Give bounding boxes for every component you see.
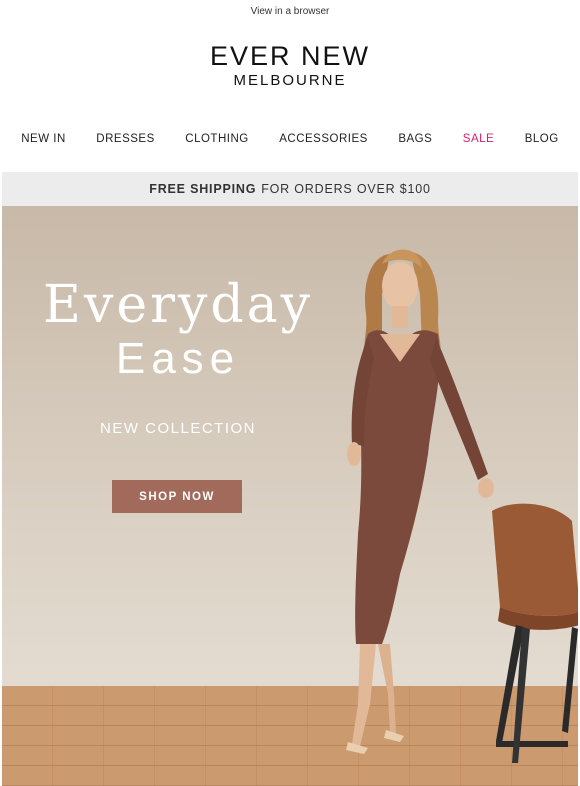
view-in-browser-link[interactable]: View in a browser	[251, 6, 330, 17]
hero-line-1: Everyday	[42, 275, 313, 335]
nav-item-sale[interactable]: SALE	[463, 133, 494, 145]
nav-item-clothing[interactable]: CLOTHING	[185, 133, 248, 145]
main-nav: NEW IN DRESSES CLOTHING ACCESSORIES BAGS…	[0, 120, 580, 158]
brand-logo[interactable]: EVER NEW MELBOURNE	[0, 22, 580, 100]
shipping-banner: FREE SHIPPING FOR ORDERS OVER $100	[2, 172, 578, 206]
nav-item-dresses[interactable]: DRESSES	[96, 133, 154, 145]
shop-now-button[interactable]: SHOP NOW	[112, 480, 242, 513]
nav-item-new-in[interactable]: NEW IN	[21, 133, 66, 145]
brand-name: EVER NEW	[209, 41, 371, 71]
nav-item-blog[interactable]: BLOG	[525, 133, 559, 145]
brand-city: MELBOURNE	[233, 72, 347, 89]
hero-line-2: Ease	[115, 334, 241, 383]
chair-image	[492, 503, 578, 763]
shipping-bold: FREE SHIPPING	[149, 182, 257, 196]
topbar: View in a browser	[0, 0, 580, 22]
hero-headline: Everyday Ease	[2, 276, 354, 384]
nav-item-bags[interactable]: BAGS	[398, 133, 432, 145]
hero-banner[interactable]: Everyday Ease NEW COLLECTION SHOP NOW	[2, 206, 578, 786]
shipping-rest: FOR ORDERS OVER $100	[261, 182, 431, 196]
nav-item-accessories[interactable]: ACCESSORIES	[279, 133, 368, 145]
hero-subtitle: NEW COLLECTION	[99, 420, 256, 437]
